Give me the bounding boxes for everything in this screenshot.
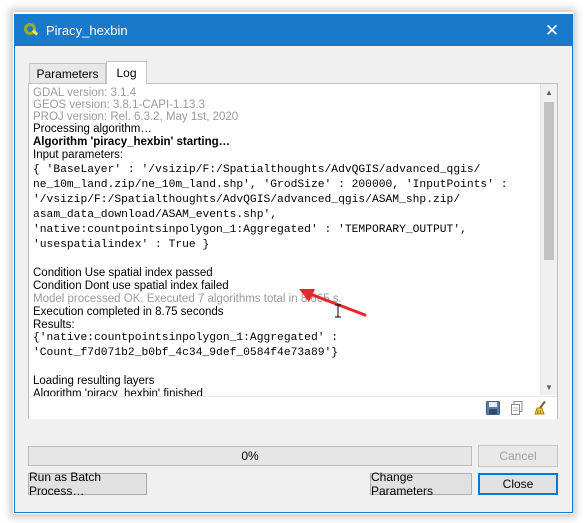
scrollbar-thumb[interactable] [544,102,554,260]
progress-label: 0% [241,449,259,463]
log-panel: GDAL version: 3.1.4 GEOS version: 3.8.1-C… [28,83,558,419]
clear-log-icon[interactable] [533,400,549,416]
cancel-button[interactable]: Cancel [478,445,558,467]
tab-parameters[interactable]: Parameters [29,63,106,83]
close-button-label: Close [502,477,534,491]
log-toolbar [29,396,557,419]
save-log-icon[interactable] [485,400,501,416]
log-line: {'native:countpointsinpolygon_1:Aggregat… [33,332,339,344]
log-line: ne_10m_land.zip/ne_10m_land.shp', 'GrodS… [33,179,508,191]
run-as-batch-process-button[interactable]: Run as Batch Process… [28,470,147,498]
batch-button-label: Run as Batch Process… [29,470,102,498]
cancel-button-label: Cancel [499,449,537,463]
log-line: '/vsizip/F:/Spatialthoughts/AdvQGIS/adva… [33,194,461,206]
log-line: asam_data_download/ASAM_events.shp', [33,209,278,221]
log-line: Input parameters: [33,149,124,161]
tab-log[interactable]: Log [106,61,147,84]
progress-bar: 0% [28,446,472,466]
log-line: Results: [33,319,75,331]
window-title: Piracy_hexbin [46,23,128,38]
text-cursor-icon [335,304,341,318]
qgis-logo-icon [24,23,39,36]
tab-log-label: Log [116,66,137,80]
change-parameters-button[interactable]: Change Parameters [370,470,472,498]
log-line: 'usespatialindex' : True } [33,239,210,251]
log-line: Algorithm 'piracy_hexbin' finished [33,388,203,396]
window-close-button[interactable]: ✕ [532,15,572,46]
log-line: Loading resulting layers [33,375,155,387]
annotation-arrow-icon [299,289,367,317]
copy-log-icon[interactable] [509,400,525,416]
title-bar[interactable]: Piracy_hexbin ✕ [15,15,572,46]
log-line: 'Count_f7d071b2_b0bf_4c34_9def_0584f4e73… [33,347,339,359]
log-line: Processing algorithm… [33,123,152,135]
log-text-area[interactable]: GDAL version: 3.1.4 GEOS version: 3.8.1-C… [29,84,539,396]
scroll-up-arrow-icon[interactable]: ▲ [541,84,557,100]
log-vertical-scrollbar[interactable]: ▲ ▼ [540,84,557,395]
dialog-window: Piracy_hexbin ✕ Parameters Log GDAL vers… [14,14,573,513]
close-button[interactable]: Close [478,473,558,495]
log-line: Algorithm 'piracy_hexbin' starting… [33,136,231,148]
log-line: Condition Use spatial index passed [33,267,213,279]
log-line: { 'BaseLayer' : '/vsizip/F:/Spatialthoug… [33,164,481,176]
close-icon: ✕ [544,20,560,40]
scroll-down-arrow-icon[interactable]: ▼ [541,379,557,395]
log-line: Execution completed in 8.75 seconds [33,306,224,318]
log-line: 'native:countpointsinpolygon_1:Aggregate… [33,224,467,236]
change-parameters-label: Change Parameters [371,470,434,498]
log-line: Condition Dont use spatial index failed [33,280,229,292]
tab-parameters-label: Parameters [36,66,99,81]
